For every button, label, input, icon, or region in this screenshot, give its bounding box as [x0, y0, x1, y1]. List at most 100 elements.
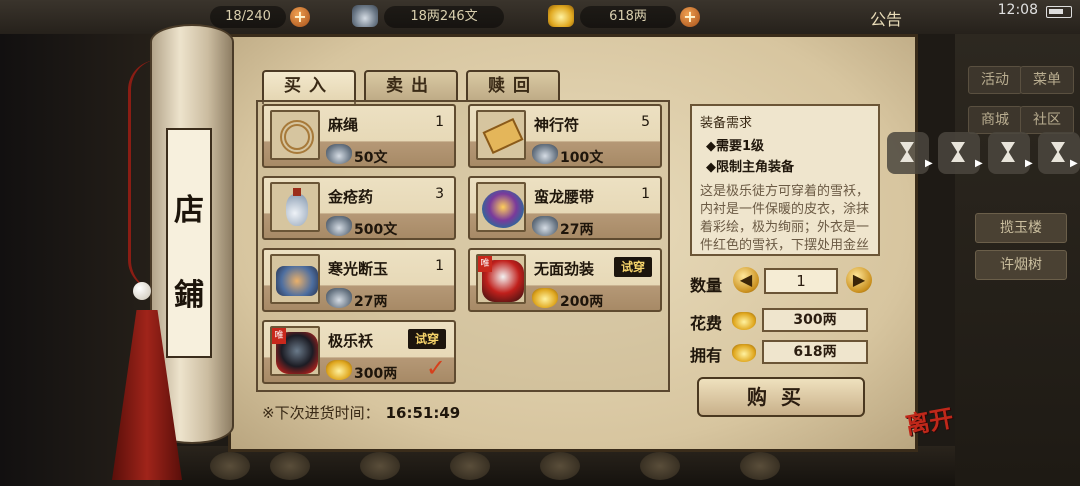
- menu-icon-5[interactable]: [540, 452, 580, 480]
- gold-icon: [548, 5, 574, 27]
- decrease-quantity-button[interactable]: ◀: [733, 267, 759, 293]
- requirement-role: ◆限制主角装备: [706, 160, 794, 175]
- buy-button[interactable]: 购买: [697, 377, 865, 417]
- item-description-panel[interactable]: 装备需求 ◆需要1级 ◆限制主角装备 这是极乐徒方可穿着的雪袄，内衬是一件保暖的…: [690, 104, 880, 256]
- item-talisman[interactable]: 神行符 5 100文: [468, 104, 662, 168]
- jade-icon: [270, 254, 320, 304]
- silver-icon: [352, 5, 378, 27]
- restock-timer: ※下次进货时间： 16:51:49: [262, 402, 460, 423]
- item-qty: 3: [435, 186, 444, 202]
- item-price: 100文: [560, 150, 604, 166]
- tab-sell[interactable]: 卖出: [364, 70, 458, 102]
- community-button[interactable]: 社区: [1020, 106, 1074, 134]
- item-name: 蛮龙腰带: [534, 188, 595, 206]
- item-name: 无面劲装: [534, 260, 595, 278]
- armor-icon: 唯: [476, 254, 526, 304]
- requirement-level: ◆需要1级: [706, 139, 765, 154]
- item-bliss-coat[interactable]: 唯 极乐袄 试穿 300两 ✓: [262, 320, 456, 384]
- unique-badge: 唯: [272, 328, 286, 344]
- item-qty: 5: [641, 114, 650, 130]
- item-price: 50文: [354, 150, 388, 166]
- rope-icon: [270, 110, 320, 160]
- cost-value: 300两: [762, 308, 868, 332]
- hourglass-icon[interactable]: [938, 132, 980, 174]
- menu-icon-6[interactable]: [640, 452, 680, 480]
- item-name: 金疮药: [328, 188, 374, 206]
- item-rope[interactable]: 麻绳 1 50文: [262, 104, 456, 168]
- gold-icon: [732, 312, 756, 330]
- item-qty: 1: [435, 258, 444, 274]
- menu-icon-4[interactable]: [450, 452, 490, 480]
- menu-icon-1[interactable]: [210, 452, 250, 480]
- tab-buy[interactable]: 买入: [262, 70, 356, 104]
- money-display: 18两246文: [384, 6, 504, 28]
- gold-display: 618两: [580, 6, 676, 28]
- scroll-title-plate: [166, 128, 212, 358]
- quantity-field[interactable]: 1: [764, 268, 838, 294]
- item-faceless-armor[interactable]: 唯 无面劲装 试穿 200两: [468, 248, 662, 312]
- gold-icon: [732, 344, 756, 362]
- item-belt[interactable]: 蛮龙腰带 1 27两: [468, 176, 662, 240]
- item-qty: 1: [435, 114, 444, 130]
- gold-icon: [532, 288, 558, 308]
- add-bag-button[interactable]: +: [290, 7, 310, 27]
- try-on-button[interactable]: 试穿: [408, 329, 446, 349]
- coat-icon: 唯: [270, 326, 320, 376]
- tassel-bead: [133, 282, 151, 300]
- leave-button[interactable]: 离开: [902, 398, 955, 441]
- restock-label: ※下次进货时间：: [262, 404, 380, 422]
- talisman-icon: [476, 110, 526, 160]
- gold-icon: [326, 360, 352, 380]
- description-text: 这是极乐徒方可穿着的雪袄，内衬是一件保暖的皮衣，涂抹着彩绘，极为绚丽；外衣是一件…: [700, 184, 870, 253]
- shop-title-char-2: 鋪: [174, 278, 204, 313]
- selected-check-icon: ✓: [425, 354, 446, 382]
- silver-icon: [532, 144, 558, 164]
- item-price: 200两: [560, 294, 604, 310]
- activity-button[interactable]: 活动: [968, 66, 1022, 94]
- hourglass-icon[interactable]: [988, 132, 1030, 174]
- play-icon: ▶: [1070, 158, 1078, 169]
- unique-badge: 唯: [478, 256, 492, 272]
- restock-time: 16:51:49: [385, 404, 461, 422]
- play-icon: ▶: [1025, 158, 1033, 169]
- item-jade[interactable]: 寒光断玉 1 27两: [262, 248, 456, 312]
- shop-title-char-1: 店: [174, 193, 204, 228]
- tab-redeem[interactable]: 赎回: [466, 70, 560, 102]
- item-price: 27两: [560, 222, 594, 238]
- silver-icon: [326, 144, 352, 164]
- clock: 12:08: [997, 2, 1038, 18]
- location-button-2[interactable]: 许烟树: [975, 250, 1067, 280]
- owned-label: 拥有: [690, 346, 723, 365]
- belt-icon: [476, 182, 526, 232]
- item-price: 300两: [354, 366, 398, 382]
- hourglass-icon[interactable]: [887, 132, 929, 174]
- battery-icon: [1046, 6, 1072, 18]
- quantity-label: 数量: [690, 276, 723, 295]
- try-on-button[interactable]: 试穿: [614, 257, 652, 277]
- item-name: 麻绳: [328, 116, 359, 134]
- silver-icon: [326, 288, 352, 308]
- add-gold-button[interactable]: +: [680, 7, 700, 27]
- shop-button[interactable]: 商城: [968, 106, 1022, 134]
- play-icon: ▶: [925, 158, 933, 169]
- item-price: 500文: [354, 222, 398, 238]
- item-price: 27两: [354, 294, 388, 310]
- menu-button[interactable]: 菜单: [1020, 66, 1074, 94]
- bag-capacity: 18/240: [210, 6, 286, 28]
- silver-icon: [532, 216, 558, 236]
- notice-button[interactable]: 公告: [870, 6, 902, 30]
- play-icon: ▶: [975, 158, 983, 169]
- menu-icon-3[interactable]: [360, 452, 400, 480]
- menu-icon-7[interactable]: [740, 452, 780, 480]
- medicine-bottle-icon: [270, 182, 320, 232]
- item-name: 寒光断玉: [328, 260, 389, 278]
- item-medicine[interactable]: 金疮药 3 500文: [262, 176, 456, 240]
- menu-icon-2[interactable]: [270, 452, 310, 480]
- item-name: 神行符: [534, 116, 580, 134]
- increase-quantity-button[interactable]: ▶: [846, 267, 872, 293]
- item-name: 极乐袄: [328, 332, 374, 350]
- location-button-1[interactable]: 揽玉楼: [975, 213, 1067, 243]
- silver-icon: [326, 216, 352, 236]
- cost-label: 花费: [690, 314, 723, 333]
- requirement-title: 装备需求: [700, 116, 753, 131]
